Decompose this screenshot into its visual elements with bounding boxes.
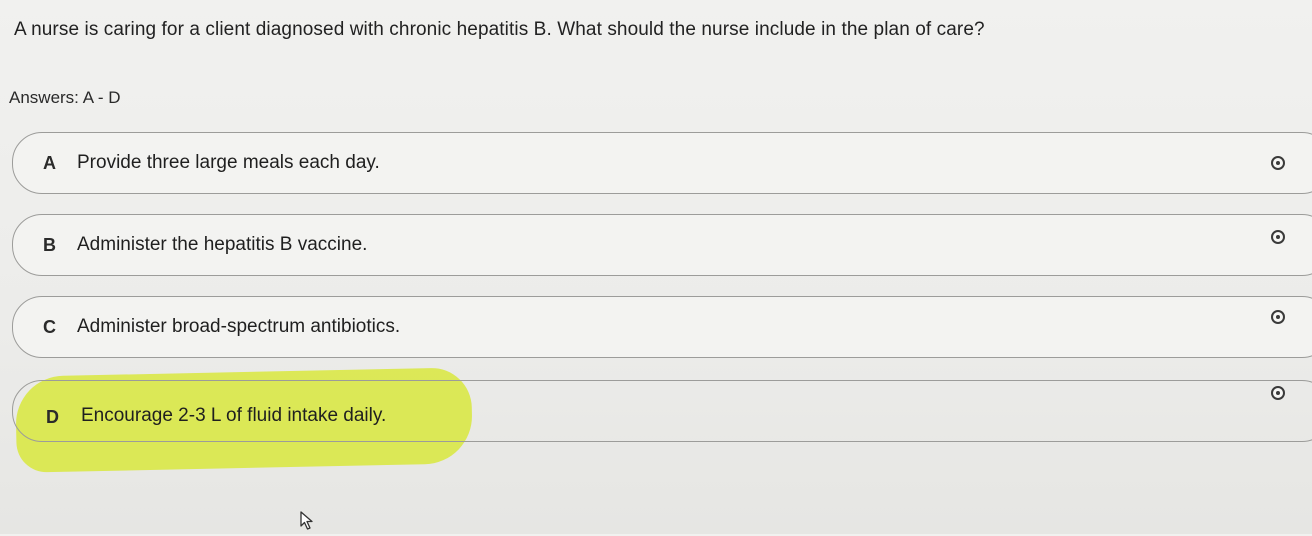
radio-button-icon[interactable] [1271, 310, 1285, 324]
option-a[interactable]: A Provide three large meals each day. [12, 132, 1312, 194]
answers-range: Answers: A - D [9, 88, 121, 107]
option-d[interactable]: D Encourage 2-3 L of fluid intake daily. [12, 380, 1312, 442]
radio-button-icon[interactable] [1271, 230, 1285, 244]
option-letter: D [46, 407, 59, 427]
mouse-pointer-icon [300, 511, 316, 536]
option-b[interactable]: B Administer the hepatitis B vaccine. [12, 214, 1312, 276]
option-letter: C [43, 317, 56, 337]
question-text: A nurse is caring for a client diagnosed… [14, 19, 985, 40]
radio-button-icon[interactable] [1271, 156, 1285, 170]
option-letter: A [43, 153, 56, 173]
option-text: Provide three large meals each day. [77, 152, 380, 173]
radio-button-icon[interactable] [1271, 386, 1285, 400]
option-letter: B [43, 235, 56, 255]
option-text: Administer broad-spectrum antibiotics. [77, 316, 401, 337]
option-c[interactable]: C Administer broad-spectrum antibiotics. [12, 296, 1312, 358]
option-text: Administer the hepatitis B vaccine. [77, 234, 368, 255]
option-text: Encourage 2-3 L of fluid intake daily. [81, 405, 387, 426]
